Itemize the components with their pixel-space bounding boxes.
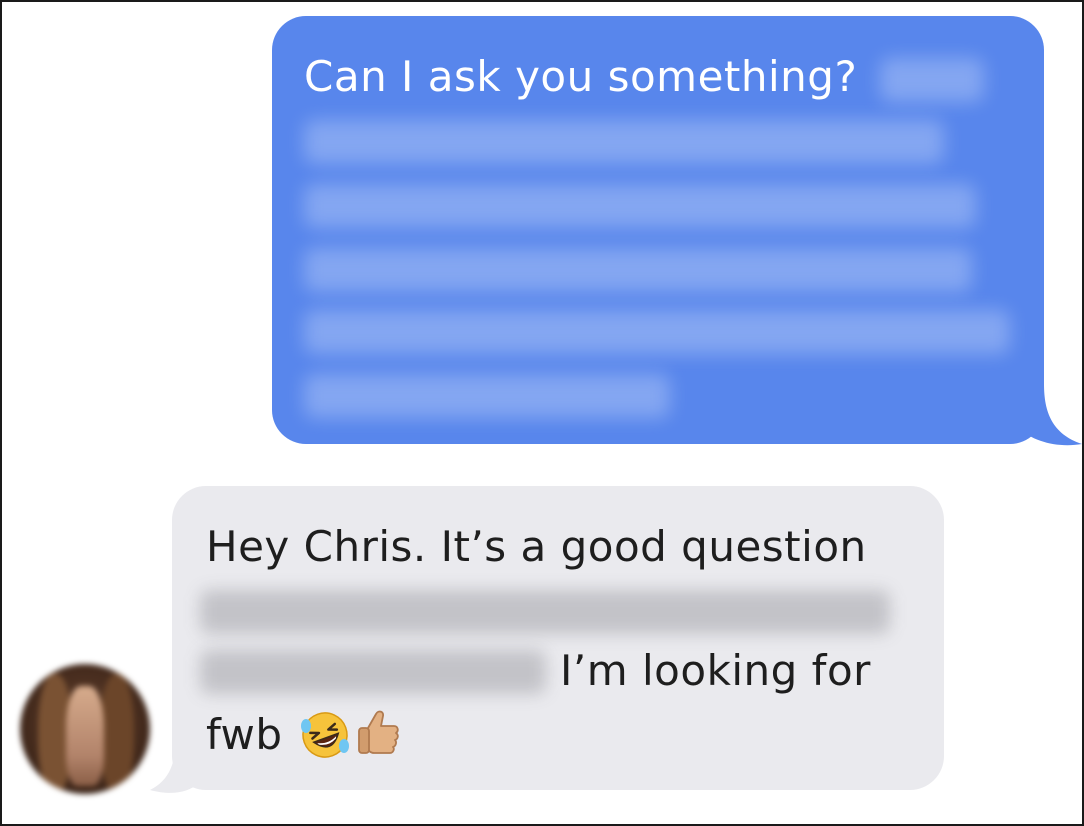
rolling-on-floor-laughing-emoji [301,712,349,758]
received-message-line-4: fwb [206,710,283,759]
redacted-text [200,590,890,634]
redacted-text [880,58,984,102]
redacted-text [304,120,944,164]
received-message-line-1: Hey Chris. It’s a good question [206,522,867,571]
sent-bubble-tail [1018,384,1082,446]
received-bubble-tail [150,736,198,793]
received-message-line-3: I’m looking for [560,646,871,695]
thumbs-up-emoji [358,710,399,754]
redacted-text [304,374,670,418]
sender-avatar[interactable] [20,664,150,794]
redacted-text [304,184,976,228]
redacted-text [304,248,972,292]
redacted-text [304,310,1010,354]
sent-message-text: Can I ask you something? [304,52,858,101]
redacted-text [200,650,546,694]
